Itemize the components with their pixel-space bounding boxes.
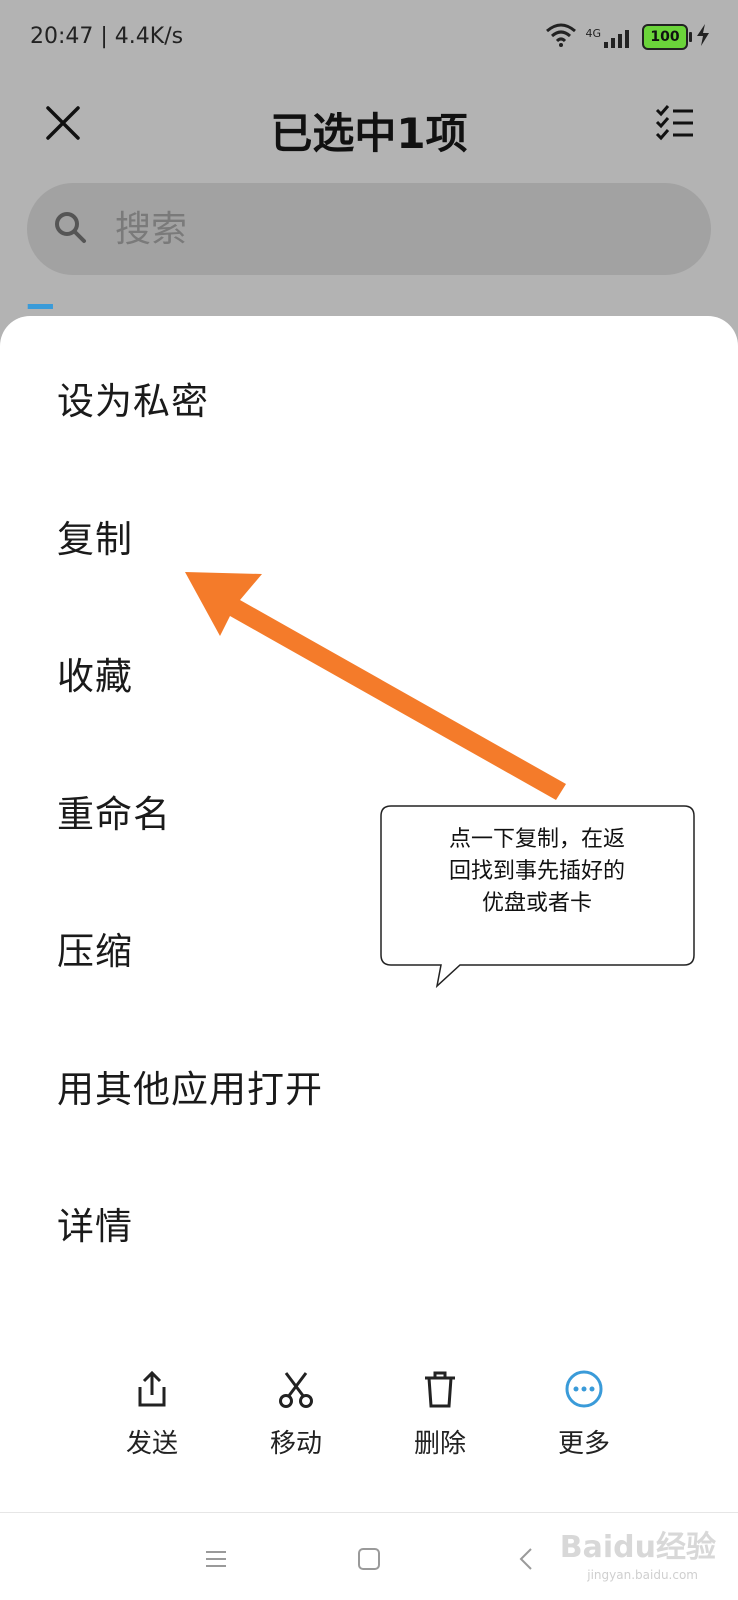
menu-item-copy[interactable]: 复制 [57, 510, 677, 570]
menu-item-favorite[interactable]: 收藏 [57, 647, 677, 707]
annotation-line-1: 点一下复制，在返 [448, 827, 625, 852]
send-button[interactable]: 发送 [97, 1365, 207, 1460]
delete-button[interactable]: 删除 [385, 1365, 495, 1460]
more-button[interactable]: 更多 [529, 1365, 639, 1460]
select-all-button[interactable] [650, 98, 700, 148]
annotation-callout: 点一下复制，在返 回找到事先插好的 优盘或者卡 [382, 824, 692, 920]
back-chevron-icon [519, 1548, 532, 1570]
search-bar[interactable] [27, 183, 711, 275]
status-icons: 4G 100 [545, 22, 710, 52]
home-nav-button[interactable] [351, 1541, 387, 1577]
back-nav-button[interactable] [508, 1541, 544, 1577]
charging-icon [696, 24, 710, 50]
network-type: 4G [585, 27, 601, 40]
more-icon [529, 1365, 639, 1413]
more-label: 更多 [557, 1429, 610, 1459]
menu-item-details[interactable]: 详情 [57, 1197, 677, 1257]
title-bar: 已选中1项 [0, 74, 738, 174]
hamburger-icon [206, 1551, 226, 1567]
battery-indicator: 100 [642, 24, 692, 50]
trash-icon [385, 1365, 495, 1413]
wifi-icon [545, 23, 577, 51]
menu-nav-button[interactable] [198, 1541, 234, 1577]
send-label: 发送 [125, 1429, 178, 1459]
scissors-icon [241, 1365, 351, 1413]
annotation-line-2: 回找到事先插好的 [448, 859, 625, 884]
bottom-action-bar: 发送 移动 删除 更多 [0, 1365, 738, 1475]
menu-item-set-private[interactable]: 设为私密 [57, 372, 677, 432]
home-square-icon [358, 1548, 380, 1570]
signal-icon: 4G [585, 26, 634, 48]
delete-label: 删除 [413, 1429, 466, 1459]
status-bar: 20:47 | 4.4K/s 4G 100 [0, 0, 738, 74]
status-time: 20:47 | 4.4K/s [30, 24, 184, 49]
move-button[interactable]: 移动 [241, 1365, 351, 1460]
checklist-icon [655, 105, 693, 141]
search-icon [53, 210, 87, 248]
watermark-logo: Baidu经验 [559, 1530, 716, 1565]
move-label: 移动 [269, 1429, 322, 1459]
menu-item-compress[interactable]: 压缩 [57, 922, 677, 982]
annotation-line-3: 优盘或者卡 [481, 891, 592, 916]
search-input[interactable] [113, 205, 677, 253]
watermark-url: jingyan.baidu.com [587, 1568, 698, 1582]
page-title: 已选中1项 [270, 109, 468, 158]
menu-item-open-with[interactable]: 用其他应用打开 [57, 1060, 677, 1120]
share-icon [97, 1365, 207, 1413]
